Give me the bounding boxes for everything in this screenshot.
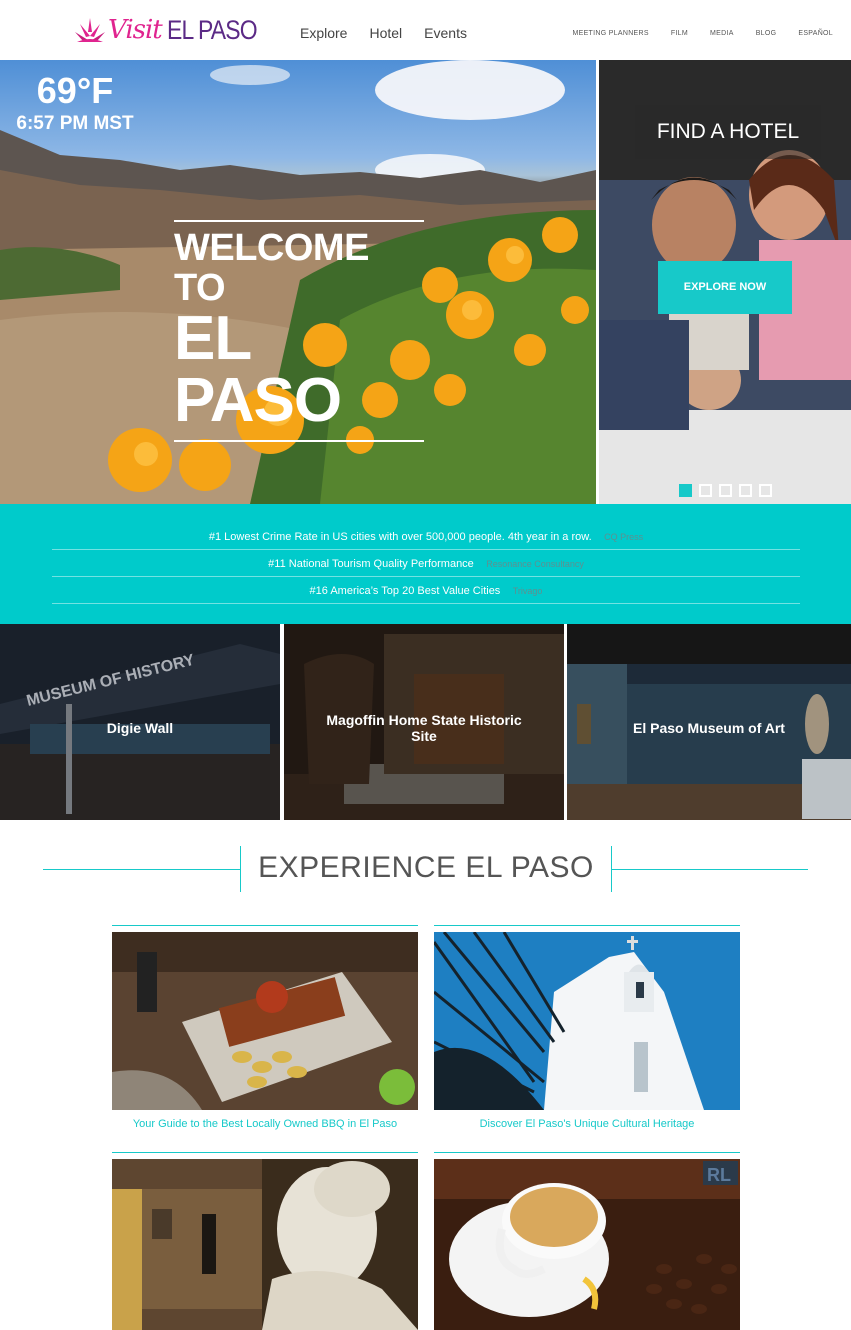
utility-nav: MEETING PLANNERS FILM MEDIA BLOG ESPAÑOL: [572, 30, 833, 37]
hero-banner: 69°F 6:57 PM MST WELCOME TO EL PASO: [0, 60, 596, 504]
carousel-dot-4[interactable]: [739, 484, 752, 497]
coffee-cup-image: RL: [434, 1159, 740, 1330]
logo-link[interactable]: Visit EL PASO: [74, 12, 272, 48]
hero-heading-line1: WELCOME TO: [174, 227, 369, 309]
card-top-rule: [112, 1152, 418, 1153]
accolade-source: Resonance Consultancy: [486, 559, 584, 569]
experience-card-cultural-heritage[interactable]: Discover El Paso's Unique Cultural Herit…: [434, 925, 740, 1135]
attraction-tile-museum-of-art[interactable]: El Paso Museum of Art: [567, 624, 851, 820]
find-hotel-heading: FIND A HOTEL: [635, 105, 821, 159]
rl-badge-text: RL: [707, 1165, 731, 1185]
card-top-rule: [434, 1152, 740, 1153]
nav-meeting-planners[interactable]: MEETING PLANNERS: [572, 30, 648, 37]
agave-flower-icon: [75, 18, 105, 42]
accolades-band: #1 Lowest Crime Rate in US cities with o…: [0, 504, 851, 624]
card-top-rule: [434, 925, 740, 926]
heading-rule-left: [43, 869, 241, 870]
card-caption: Your Guide to the Best Locally Owned BBQ…: [132, 1118, 398, 1130]
attraction-label: Digie Wall: [106, 720, 174, 736]
carousel-dot-1[interactable]: [679, 484, 692, 497]
logo-name-text: EL PASO: [166, 14, 258, 45]
carousel-dots: [679, 484, 772, 497]
carousel-dot-2[interactable]: [699, 484, 712, 497]
experience-card-coffee[interactable]: RL: [434, 1152, 740, 1330]
accolade-text: #16 America’s Top 20 Best Value Cities: [309, 585, 501, 597]
accolade-text: #1 Lowest Crime Rate in US cities with o…: [208, 531, 592, 543]
accolade-row: #11 National Tourism Quality Performance…: [52, 550, 800, 577]
hero-heading: WELCOME TO EL PASO: [174, 220, 424, 442]
nav-media[interactable]: MEDIA: [710, 30, 734, 37]
bbq-image: [112, 932, 418, 1110]
explore-now-button[interactable]: EXPLORE NOW: [658, 261, 792, 314]
weather-time: 6:57 PM MST: [16, 113, 134, 134]
attraction-label: El Paso Museum of Art: [633, 720, 785, 736]
weather-temperature: 69°F: [36, 70, 114, 111]
nav-hotel[interactable]: Hotel: [369, 25, 402, 41]
carousel-dot-3[interactable]: [719, 484, 732, 497]
nav-film[interactable]: FILM: [671, 30, 688, 37]
carousel-dot-5[interactable]: [759, 484, 772, 497]
hero-heading-line2: EL PASO: [174, 304, 342, 435]
attraction-tile-magoffin-home[interactable]: Magoffin Home State Historic Site: [284, 624, 564, 820]
attraction-label: Magoffin Home State Historic Site: [326, 712, 522, 744]
experience-card-bbq[interactable]: Your Guide to the Best Locally Owned BBQ…: [112, 925, 418, 1135]
nav-events[interactable]: Events: [424, 25, 467, 41]
experience-card-museum[interactable]: [112, 1152, 418, 1330]
nav-espanol[interactable]: ESPAÑOL: [798, 30, 833, 37]
hotel-promo-panel: FIND A HOTEL EXPLORE NOW: [599, 60, 851, 504]
accolade-row: #1 Lowest Crime Rate in US cities with o…: [52, 523, 800, 550]
weather-widget: 69°F 6:57 PM MST: [0, 70, 150, 136]
card-caption: Discover El Paso's Unique Cultural Herit…: [479, 1118, 695, 1130]
attraction-tile-digie-wall[interactable]: MUSEUM OF HISTORY Digie Wall: [0, 624, 280, 820]
nav-explore[interactable]: Explore: [300, 25, 347, 41]
accolade-text: #11 National Tourism Quality Performance: [268, 558, 474, 570]
experience-heading: EXPERIENCE EL PASO: [258, 851, 594, 884]
logo-visit-text: Visit: [108, 15, 163, 45]
sculpture-image: [112, 1159, 418, 1330]
card-top-rule: [112, 925, 418, 926]
accolade-source: Trivago: [512, 586, 543, 596]
site-header: Visit EL PASO Explore Hotel Events MEETI…: [0, 0, 851, 60]
main-nav: Explore Hotel Events: [300, 25, 467, 41]
accolade-row: #16 America’s Top 20 Best Value Cities T…: [52, 577, 800, 604]
accolade-source: CQ Press: [604, 532, 644, 542]
heading-rule-right: [611, 869, 808, 870]
mission-church-image: [434, 932, 740, 1110]
nav-blog[interactable]: BLOG: [756, 30, 777, 37]
